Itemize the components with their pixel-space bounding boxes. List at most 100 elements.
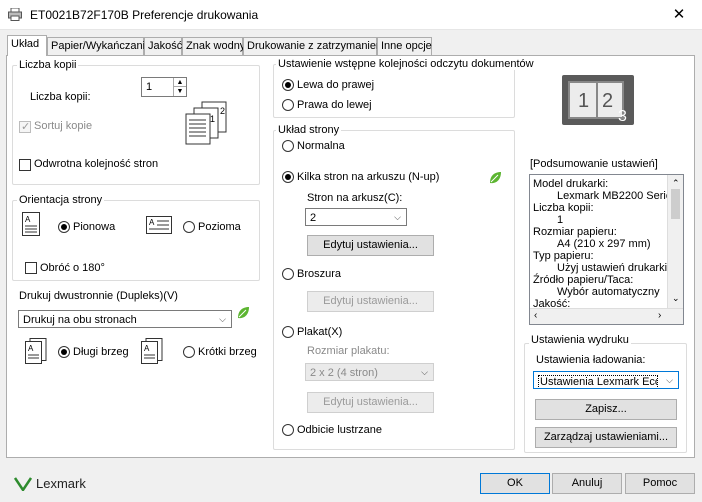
edit-nup-settings-button[interactable]: Edytuj ustawienia... [307,235,434,256]
short-edge-radio[interactable] [183,346,195,358]
tab-paper[interactable]: Papier/Wykańczanie [47,37,151,55]
reading-order-group-label: Ustawienie wstępne kolejności odczytu do… [276,58,536,70]
long-edge-label: Długi brzeg [73,346,129,358]
summary-scrollbar[interactable]: ⌃ ⌄ [667,175,683,309]
cancel-button[interactable]: Anuluj [552,473,622,494]
duplex-group [12,296,260,376]
edit-booklet-settings-button[interactable]: Edytuj ustawienia... [307,291,434,312]
chevron-down-icon: ⌵ [421,367,428,377]
loading-settings-value: Ustawienia Lexmark Eco-Pr [538,375,658,388]
copies-label: Liczba kopii: [30,91,91,103]
right-to-left-radio[interactable] [282,99,294,111]
svg-text:A: A [149,218,155,227]
booklet-radio[interactable] [282,268,294,280]
svg-text:2: 2 [602,90,613,112]
portrait-radio[interactable] [58,221,70,233]
orientation-group-label: Orientacja strony [17,194,105,206]
collate-pages-icon: 1 2 [185,101,227,145]
scroll-left-icon[interactable]: ‹ [534,310,537,321]
normal-radio[interactable] [282,140,294,152]
spinner-up-icon[interactable]: ▲ [173,78,186,87]
nup-preview-icon: 1 2 3 [562,75,634,125]
close-icon[interactable]: ✕ [664,4,694,26]
duplex-group-label: Drukuj dwustronnie (Dupleks)(V) [17,290,180,302]
long-edge-duplex-icon: A [25,338,47,364]
left-to-right-label: Lewa do prawej [297,79,375,91]
pages-per-sheet-label: Stron na arkusz(C): [307,192,403,204]
save-settings-button[interactable]: Zapisz... [535,399,677,420]
summary-line: Wybór automatyczny [557,286,660,298]
edit-poster-settings-button[interactable]: Edytuj ustawienia... [307,392,434,413]
booklet-label: Broszura [297,268,342,280]
short-edge-duplex-icon: A [141,338,163,364]
copies-value: 1 [146,81,153,93]
chevron-down-icon: ⌵ [666,375,673,385]
nup-radio[interactable] [282,171,294,183]
printer-icon [8,8,22,21]
collate-checkbox[interactable]: ✓ [19,121,31,133]
tab-hold-print[interactable]: Drukowanie z zatrzymaniem [243,37,385,55]
rotate-180-checkbox[interactable] [25,262,37,274]
summary-line: Lexmark MB2200 Series [557,190,678,202]
duplex-value: Drukuj na obu stronach [23,314,137,326]
landscape-label: Pozioma [198,221,241,233]
poster-label: Plakat(X) [297,326,343,338]
reverse-order-label: Odwrotna kolejność stron [34,158,159,170]
loading-settings-select[interactable]: Ustawienia Lexmark Eco-Pr ⌵ [533,371,679,389]
title-bar: ET0021B72F170B Preferencje drukowania ✕ [0,0,702,30]
manage-settings-button[interactable]: Zarządzaj ustawieniami... [535,427,677,448]
summary-line: A4 (210 x 297 mm) [557,238,651,250]
right-to-left-label: Prawa do lewej [297,99,372,111]
help-button[interactable]: Pomoc [625,473,695,494]
poster-size-value: 2 x 2 (4 stron) [310,367,378,379]
nup-label: Kilka stron na arkuszu (N-up) [297,171,440,183]
tab-watermark[interactable]: Znak wodny [182,37,245,55]
tab-layout[interactable]: Układ [7,35,47,56]
svg-text:3: 3 [618,108,627,125]
pages-per-sheet-select[interactable]: 2 ⌵ [305,208,407,226]
normal-label: Normalna [297,140,345,152]
scroll-down-icon[interactable]: ⌄ [672,293,680,304]
left-to-right-radio[interactable] [282,79,294,91]
portrait-page-icon: A [22,212,40,236]
scrollbar-thumb[interactable] [671,189,680,219]
summary-hscrollbar[interactable]: ‹ › [530,308,683,324]
scroll-right-icon[interactable]: › [658,310,661,321]
mirror-radio[interactable] [282,424,294,436]
svg-text:A: A [25,215,31,224]
tab-quality[interactable]: Jakość [144,37,182,55]
long-edge-radio[interactable] [58,346,70,358]
reverse-order-checkbox[interactable] [19,159,31,171]
brand-label: Lexmark [36,476,86,491]
tab-other-options[interactable]: Inne opcje [377,37,432,55]
page-layout-group-label: Układ strony [276,124,342,136]
svg-text:1: 1 [210,114,215,124]
rotate-180-label: Obróć o 180° [40,262,105,274]
portrait-label: Pionowa [73,221,116,233]
poster-size-label: Rozmiar plakatu: [307,345,390,357]
summary-list[interactable]: Model drukarki: Lexmark MB2200 Series Licz… [529,174,684,325]
scroll-up-icon[interactable]: ⌃ [672,178,680,189]
copies-spinner[interactable]: 1 ▲ ▼ [141,77,187,97]
loading-settings-label: Ustawienia ładowania: [536,354,646,366]
ok-button[interactable]: OK [480,473,550,494]
pages-per-sheet-value: 2 [310,212,317,224]
poster-radio[interactable] [282,326,294,338]
mirror-label: Odbicie lustrzane [297,424,382,436]
landscape-radio[interactable] [183,221,195,233]
duplex-select[interactable]: Drukuj na obu stronach ⌵ [18,310,232,328]
poster-size-select[interactable]: 2 x 2 (4 stron) ⌵ [305,363,434,381]
chevron-down-icon: ⌵ [394,212,401,222]
summary-line: Źródło papieru/Taca: [533,274,634,286]
svg-text:2: 2 [220,106,225,116]
summary-line: 1 [557,214,564,226]
window-title: ET0021B72F170B Preferencje drukowania [30,8,259,22]
chevron-down-icon: ⌵ [219,314,226,324]
eco-leaf-icon [238,307,249,319]
spinner-down-icon[interactable]: ▼ [173,87,186,96]
print-settings-group-label: Ustawienia wydruku [529,334,631,346]
lexmark-logo-icon [14,477,32,491]
summary-line: Liczba kopii: [533,202,594,214]
landscape-page-icon: A [146,216,172,234]
svg-text:A: A [144,344,150,353]
